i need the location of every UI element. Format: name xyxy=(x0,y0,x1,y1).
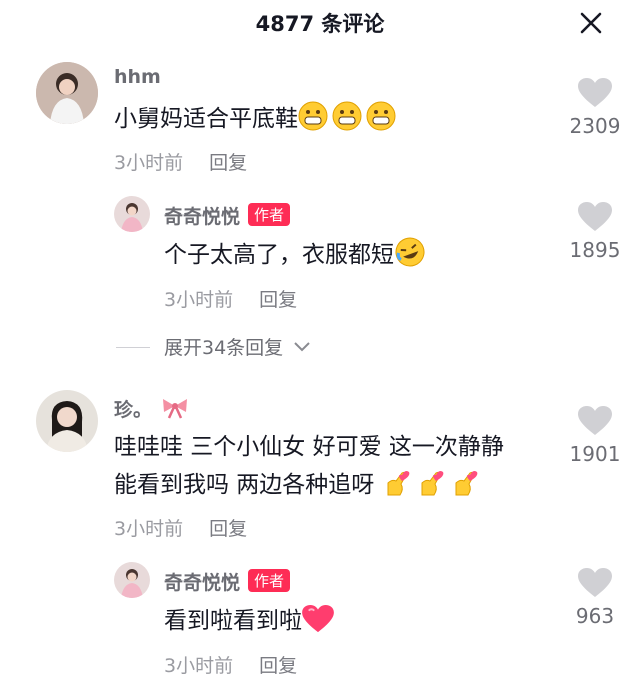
heart-icon xyxy=(578,202,612,231)
author-badge: 作者 xyxy=(248,569,291,592)
comment-meta: 3小时前 回复 xyxy=(114,514,247,541)
comment-author-name[interactable]: hhm xyxy=(114,66,161,88)
like-button[interactable]: 2309 xyxy=(560,78,630,138)
reply-text-content: 个子太高了，衣服都短 xyxy=(164,242,394,268)
comment-text-line-2: 能看到我吗 两边各种追呀 xyxy=(114,466,564,509)
comment-text: 小舅妈适合平底鞋 xyxy=(114,100,398,143)
comment-time: 3小时前 xyxy=(114,518,184,540)
pink-heart-icon xyxy=(302,605,334,645)
reply-author-name[interactable]: 奇奇悦悦 xyxy=(164,572,240,594)
reply-button[interactable]: 回复 xyxy=(259,655,297,677)
comment-time: 3小时前 xyxy=(114,152,184,174)
avatar[interactable] xyxy=(36,390,98,452)
like-count: 1901 xyxy=(569,442,621,466)
reply-author: 奇奇悦悦 作者 xyxy=(164,202,291,229)
avatar[interactable] xyxy=(114,562,150,598)
rolling-laughing-face-icon xyxy=(394,237,426,279)
avatar[interactable] xyxy=(114,196,150,232)
like-button[interactable]: 1895 xyxy=(560,202,630,262)
reply-button[interactable]: 回复 xyxy=(259,289,297,311)
reply-text: 看到啦看到啦 xyxy=(164,602,334,645)
reply-text: 个子太高了，衣服都短 xyxy=(164,236,426,279)
comment-author: 珍。 xyxy=(114,395,189,422)
comments-title: 4877 条评论 xyxy=(255,12,385,36)
grinning-face-icon xyxy=(298,101,398,143)
like-button[interactable]: 963 xyxy=(560,568,630,628)
reply-author: 奇奇悦悦 作者 xyxy=(164,568,291,595)
comment-meta: 3小时前 回复 xyxy=(114,148,247,175)
comment-text-line: 能看到我吗 两边各种追呀 xyxy=(114,472,375,498)
like-count: 1895 xyxy=(569,238,621,262)
avatar[interactable] xyxy=(36,62,98,124)
reply-text-content: 看到啦看到啦 xyxy=(164,608,302,634)
reply-time: 3小时前 xyxy=(164,289,234,311)
reply-button[interactable]: 回复 xyxy=(209,518,247,540)
heart-icon xyxy=(578,568,612,597)
like-count: 963 xyxy=(575,604,615,628)
like-count: 2309 xyxy=(569,114,621,138)
expand-replies-button[interactable]: 展开34条回复 xyxy=(116,333,311,360)
reply-time: 3小时前 xyxy=(164,655,234,677)
author-badge: 作者 xyxy=(248,203,291,226)
reply-meta: 3小时前 回复 xyxy=(164,285,297,312)
reply-meta: 3小时前 回复 xyxy=(164,651,297,678)
heart-icon xyxy=(578,78,612,107)
reply-button[interactable]: 回复 xyxy=(209,152,247,174)
heart-icon xyxy=(578,406,612,435)
comment-text-content: 小舅妈适合平底鞋 xyxy=(114,106,298,132)
like-button[interactable]: 1901 xyxy=(560,406,630,466)
divider xyxy=(116,347,150,348)
reply-author-name[interactable]: 奇奇悦悦 xyxy=(164,206,240,228)
expand-replies-label: 展开34条回复 xyxy=(164,337,284,359)
bow-icon xyxy=(162,399,187,419)
chevron-down-icon xyxy=(294,342,310,352)
comment-text: 哇哇哇 三个小仙女 好可爱 这一次静静 能看到我吗 两边各种追呀 xyxy=(114,428,564,509)
comment-text-line: 哇哇哇 三个小仙女 好可爱 这一次静静 xyxy=(114,434,504,460)
finger-heart-icon xyxy=(382,467,482,509)
comment-author-name[interactable]: 珍。 xyxy=(114,399,152,421)
close-icon[interactable] xyxy=(578,10,604,36)
